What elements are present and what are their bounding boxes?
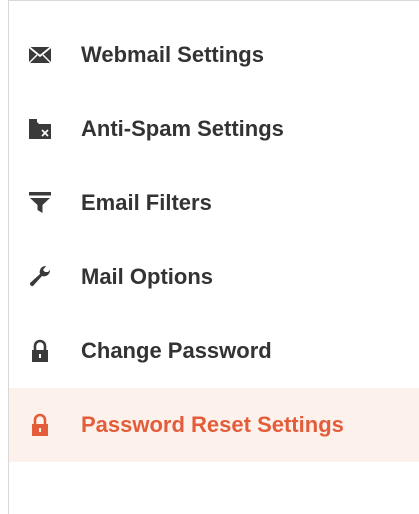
menu-item-change-password[interactable]: Change Password: [9, 314, 419, 388]
filter-icon: [27, 190, 53, 216]
menu-item-label: Change Password: [81, 338, 272, 363]
menu-item-label: Anti-Spam Settings: [81, 116, 284, 141]
menu-item-label: Mail Options: [81, 264, 213, 289]
menu-item-password-reset-settings[interactable]: Password Reset Settings: [9, 388, 419, 462]
menu-item-label: Webmail Settings: [81, 42, 264, 67]
menu-item-email-filters[interactable]: Email Filters: [9, 166, 419, 240]
menu-item-anti-spam-settings[interactable]: Anti-Spam Settings: [9, 92, 419, 166]
menu-item-webmail-settings[interactable]: Webmail Settings: [9, 18, 419, 92]
lock-icon: [27, 412, 53, 438]
wrench-icon: [27, 264, 53, 290]
settings-menu: Webmail Settings Anti-Spam Settings Emai…: [9, 18, 419, 462]
settings-sidebar: Webmail Settings Anti-Spam Settings Emai…: [8, 0, 419, 514]
menu-item-label: Password Reset Settings: [81, 412, 344, 437]
spam-folder-icon: [27, 116, 53, 142]
menu-item-mail-options[interactable]: Mail Options: [9, 240, 419, 314]
menu-item-label: Email Filters: [81, 190, 212, 215]
lock-icon: [27, 338, 53, 364]
envelope-icon: [27, 42, 53, 68]
